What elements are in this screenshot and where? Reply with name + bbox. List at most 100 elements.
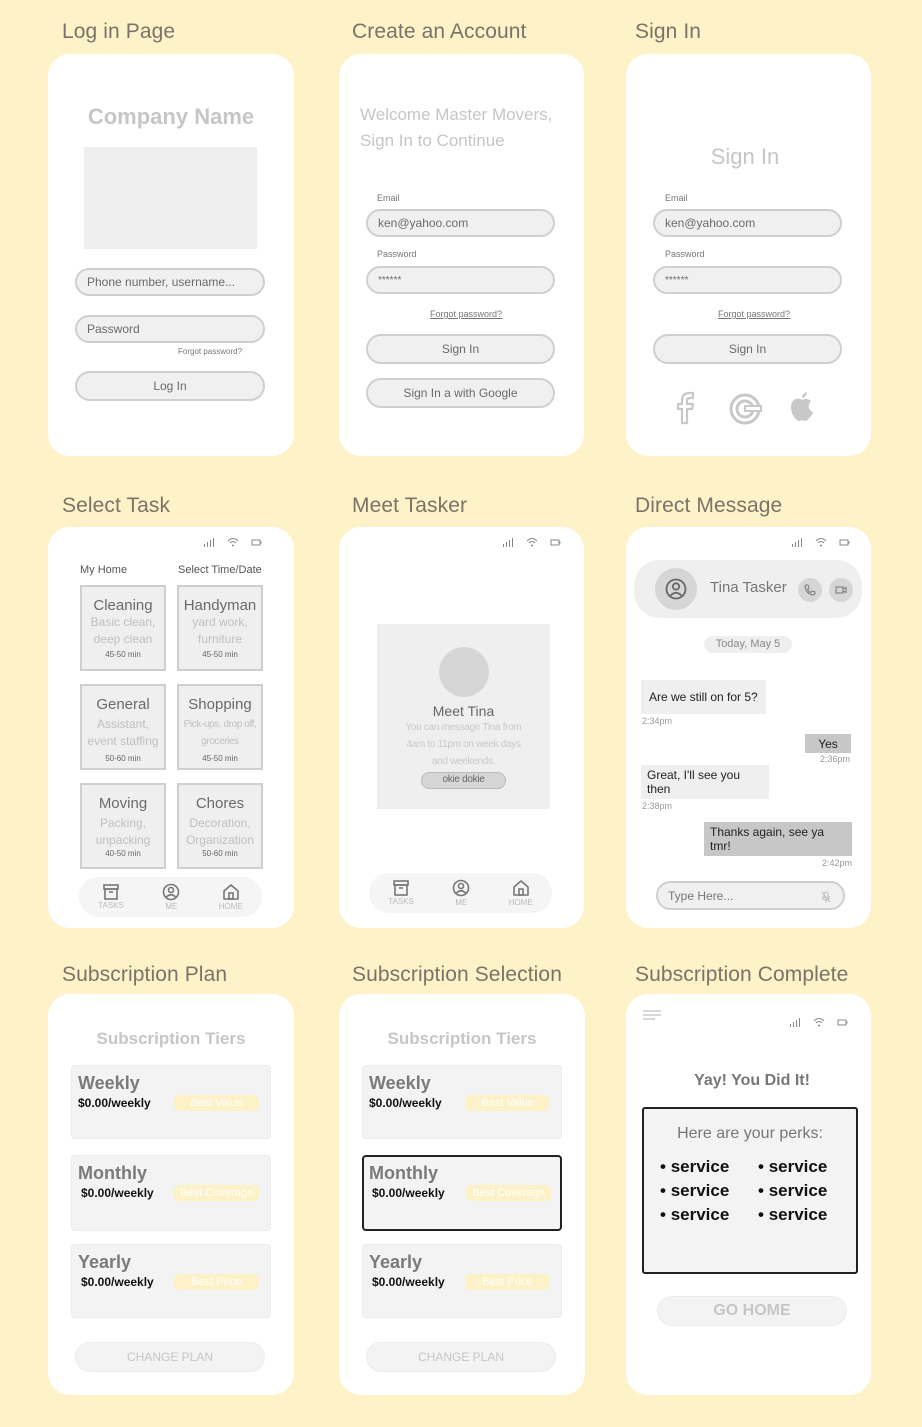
username-input[interactable]: Phone number, username... bbox=[75, 268, 265, 296]
nav-label: ME bbox=[165, 902, 178, 911]
hamburger-menu-icon[interactable] bbox=[643, 1009, 663, 1027]
task-card-shopping[interactable]: Shopping Pick-ups, drop off, groceries 4… bbox=[177, 684, 263, 770]
screen-label-login: Log in Page bbox=[62, 20, 176, 43]
tasker-desc: and weekends. bbox=[431, 756, 496, 767]
task-card-handyman[interactable]: Handyman yard work, furniture 45-50 min bbox=[177, 585, 263, 671]
wifi-icon bbox=[815, 538, 827, 547]
subscription-complete-screen: Yay! You Did It! Here are your perks: • … bbox=[626, 994, 871, 1395]
tier-badge: Best Value bbox=[465, 1095, 550, 1111]
nav-label: ME bbox=[455, 898, 468, 907]
task-title: Chores bbox=[195, 795, 245, 812]
password-input[interactable]: ****** bbox=[366, 266, 555, 294]
contact-avatar[interactable] bbox=[655, 568, 697, 610]
tasker-card: Meet Tina You can message Tina from 4am … bbox=[377, 624, 550, 809]
forgot-password-link[interactable]: Forgot password? bbox=[430, 309, 502, 319]
forgot-password-link[interactable]: Forgot password? bbox=[178, 347, 242, 356]
task-card-cleaning[interactable]: Cleaning Basic clean, deep clean 45-50 m… bbox=[80, 585, 166, 671]
tier-weekly[interactable]: Weekly $0.00/weekly Best Value bbox=[71, 1065, 271, 1139]
message-time: 2:34pm bbox=[642, 716, 673, 726]
bottom-nav: TASKS ME HOME bbox=[369, 873, 552, 913]
facebook-icon[interactable] bbox=[674, 391, 700, 430]
task-card-general[interactable]: General Assistant, event staffing 50-60 … bbox=[80, 684, 166, 770]
message-time: 2:42pm bbox=[822, 858, 853, 868]
task-title: Shopping bbox=[188, 696, 252, 713]
login-button[interactable]: Log In bbox=[75, 371, 265, 401]
tasker-title: Meet Tina bbox=[432, 703, 495, 719]
status-bar bbox=[789, 1017, 849, 1027]
my-home-link[interactable]: My Home bbox=[80, 564, 127, 576]
tier-weekly[interactable]: Weekly $0.00/weekly Best Value bbox=[362, 1065, 562, 1139]
nav-home[interactable]: HOME bbox=[509, 879, 533, 907]
phone-icon bbox=[804, 584, 816, 596]
perk-item: • service bbox=[758, 1205, 828, 1224]
message-bubble-outgoing: Thanks again, see ya tmr! bbox=[704, 822, 852, 856]
nav-me[interactable]: ME bbox=[162, 883, 180, 911]
nav-label: HOME bbox=[218, 902, 243, 911]
tier-monthly[interactable]: Monthly $0.00/weekly Best Coverage bbox=[71, 1155, 271, 1231]
select-time-link[interactable]: Select Time/Date bbox=[178, 564, 262, 576]
task-duration: 45-50 min bbox=[202, 754, 238, 763]
task-desc: unpacking bbox=[95, 833, 151, 847]
wifi-icon bbox=[227, 538, 239, 547]
task-desc: Pick-ups, drop off, bbox=[183, 719, 257, 730]
nav-label: TASKS bbox=[388, 897, 414, 906]
task-duration: 50-60 min bbox=[202, 849, 238, 858]
nav-me[interactable]: ME bbox=[452, 879, 470, 907]
chat-header: Tina Tasker bbox=[634, 560, 862, 618]
apple-icon[interactable] bbox=[789, 391, 815, 428]
create-account-screen: Welcome Master Movers, Sign In to Contin… bbox=[339, 54, 584, 456]
message-time: 2:38pm bbox=[642, 801, 673, 811]
nav-tasks[interactable]: TASKS bbox=[98, 884, 124, 910]
google-icon[interactable] bbox=[728, 392, 762, 431]
archive-icon bbox=[103, 884, 119, 900]
screen-label-sub-select: Subscription Selection bbox=[352, 963, 562, 986]
tier-name: Yearly bbox=[78, 1252, 132, 1272]
email-input[interactable]: ken@yahoo.com bbox=[366, 209, 555, 237]
tiers-title: Subscription Tiers bbox=[96, 1029, 246, 1048]
tier-name: Yearly bbox=[369, 1252, 423, 1272]
battery-icon bbox=[251, 539, 262, 546]
tier-monthly-selected[interactable]: Monthly $0.00/weekly Best Coverage bbox=[362, 1155, 562, 1231]
email-input[interactable]: ken@yahoo.com bbox=[653, 209, 842, 237]
video-icon bbox=[835, 586, 847, 594]
nav-label: HOME bbox=[508, 898, 533, 907]
success-title: Yay! You Did It! bbox=[694, 1072, 810, 1089]
mic-off-icon[interactable] bbox=[821, 890, 831, 908]
welcome-text: Welcome Master Movers, Sign In to Contin… bbox=[360, 102, 552, 154]
password-label: Password bbox=[665, 249, 705, 259]
signin-button[interactable]: Sign In bbox=[653, 334, 842, 364]
task-desc: furniture bbox=[197, 632, 243, 646]
nav-home[interactable]: HOME bbox=[219, 883, 243, 911]
change-plan-button[interactable]: CHANGE PLAN bbox=[75, 1342, 265, 1372]
tier-price: $0.00/weekly bbox=[81, 1275, 154, 1289]
task-card-chores[interactable]: Chores Decoration, Organization 50-60 mi… bbox=[177, 783, 263, 869]
subscription-selection-screen: Subscription Tiers Weekly $0.00/weekly B… bbox=[339, 994, 585, 1395]
password-input[interactable]: ****** bbox=[653, 266, 842, 294]
task-title: General bbox=[96, 696, 150, 713]
message-input[interactable]: Type Here... bbox=[656, 881, 845, 910]
nav-tasks[interactable]: TASKS bbox=[388, 880, 414, 906]
okie-dokie-button[interactable]: okie dokie bbox=[421, 772, 506, 789]
go-home-button[interactable]: GO HOME bbox=[657, 1296, 847, 1326]
tier-yearly[interactable]: Yearly $0.00/weekly Best Price bbox=[71, 1244, 271, 1318]
password-input[interactable]: Password bbox=[75, 315, 265, 343]
user-circle-icon bbox=[453, 879, 470, 897]
task-card-moving[interactable]: Moving Packing, unpacking 40-50 min bbox=[80, 783, 166, 869]
video-button[interactable] bbox=[829, 578, 853, 602]
task-title: Moving bbox=[98, 795, 148, 812]
tasker-desc: 4am to 11pm on week days bbox=[406, 739, 521, 750]
tier-badge: Best Price bbox=[174, 1274, 259, 1290]
signin-button[interactable]: Sign In bbox=[366, 334, 555, 364]
tier-price: $0.00/weekly bbox=[369, 1096, 442, 1110]
tier-price: $0.00/weekly bbox=[372, 1275, 445, 1289]
battery-icon bbox=[837, 1019, 848, 1026]
task-desc: event staffing bbox=[87, 734, 159, 748]
message-time: 2:36pm bbox=[820, 754, 851, 764]
google-signin-button[interactable]: Sign In a with Google bbox=[366, 378, 555, 408]
change-plan-button[interactable]: CHANGE PLAN bbox=[366, 1342, 556, 1372]
call-button[interactable] bbox=[798, 578, 822, 602]
forgot-password-link[interactable]: Forgot password? bbox=[718, 309, 790, 319]
home-icon bbox=[512, 880, 529, 896]
tier-yearly[interactable]: Yearly $0.00/weekly Best Price bbox=[362, 1244, 562, 1318]
task-duration: 40-50 min bbox=[105, 849, 141, 858]
